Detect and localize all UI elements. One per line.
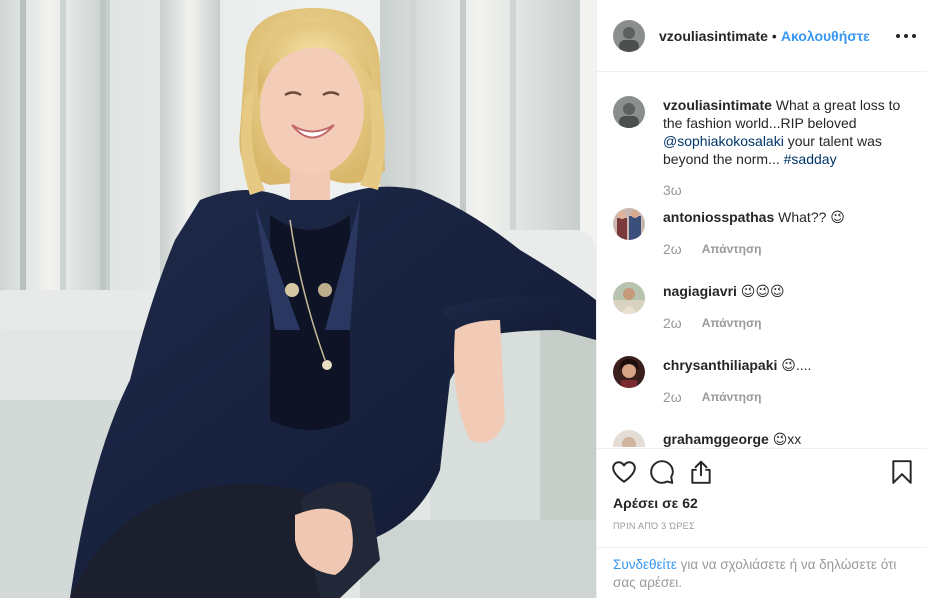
caption-hashtag-link[interactable]: #sadday [784,151,837,167]
caption-mention-link[interactable]: @sophiakokosalaki [663,133,784,149]
login-link[interactable]: Συνδεθείτε [613,557,677,572]
comment-avatar-image [613,282,645,314]
more-dot [896,34,900,38]
caption-username[interactable]: vzouliasintimate [663,97,772,113]
post-actions: Αρέσει σε 62 ΠΡΙΝ ΑΠΌ 3 ΏΡΕΣ Συνδεθείτε … [597,448,927,598]
login-prompt: Συνδεθείτε για να σχολιάσετε ή να δηλώσε… [597,547,927,598]
post-header: vzouliasintimate • Ακολουθήστε [597,0,927,72]
share-icon[interactable] [688,459,716,487]
comment-username[interactable]: nagiagiavri [663,283,737,299]
comment-time[interactable]: 2ω [663,241,682,257]
comment-username[interactable]: chrysanthiliapaki [663,357,777,373]
comment-meta: 2ω Απάντηση [663,315,762,331]
author-avatar[interactable] [613,19,645,52]
caption-comment: vzouliasintimate What a great loss to th… [613,96,913,168]
caption-avatar[interactable] [613,96,645,128]
instagram-post: vzouliasintimate • Ακολουθήστε vzouliasi… [0,0,927,598]
follow-button[interactable]: Ακολουθήστε [781,28,870,44]
comment-text: chrysanthiliapaki 😉.... [663,356,913,388]
likes-count[interactable]: Αρέσει σε 62 [613,495,698,511]
more-dot [904,34,908,38]
more-dot [912,34,916,38]
author-avatar-image [613,19,645,52]
comment-message: 😉😉😉 [736,283,785,299]
heart-icon-glyph [612,461,636,483]
comment-icon-glyph [650,460,674,484]
comment-time[interactable]: 2ω [663,389,682,405]
author-username[interactable]: vzouliasintimate [659,28,768,44]
comment-text: antoniosspathas What?? 😉 [663,208,913,240]
reply-button[interactable]: Απάντηση [702,242,762,256]
photo-woman-in-navy-blazer [0,0,596,598]
comment-username[interactable]: antoniosspathas [663,209,774,225]
comment-message: 😉xx [768,431,802,447]
comment-item: chrysanthiliapaki 😉.... [613,356,913,388]
header-separator: • [771,27,777,44]
comment-meta: 2ω Απάντηση [663,241,762,257]
bookmark-icon-glyph [892,460,912,484]
comment-item: antoniosspathas What?? 😉 [613,208,913,240]
comment-avatar[interactable] [613,208,645,240]
comment-text: grahamggeorge 😉xx [663,430,913,447]
caption-avatar-image [613,96,645,128]
more-options-icon[interactable] [896,27,916,45]
comment-avatar-image [613,430,645,447]
comment-time[interactable]: 2ω [663,315,682,331]
caption-time[interactable]: 3ω [663,182,682,198]
bookmark-icon[interactable] [889,459,917,487]
comment-text: nagiagiavri 😉😉😉 [663,282,913,314]
reply-button[interactable]: Απάντηση [702,316,762,330]
comment-message: 😉.... [777,357,812,373]
comment-meta: 2ω Απάντηση [663,389,762,405]
comment-avatar[interactable] [613,282,645,314]
share-icon-glyph [691,460,711,484]
caption-text: vzouliasintimate What a great loss to th… [663,96,913,168]
post-side-panel: vzouliasintimate • Ακολουθήστε vzouliasi… [596,0,927,598]
action-icons [611,459,916,489]
comment-message: What?? 😉 [774,209,845,225]
comment-icon[interactable] [649,459,677,487]
comment-avatar-image [613,356,645,388]
comment-item: nagiagiavri 😉😉😉 [613,282,913,314]
comments-list[interactable]: vzouliasintimate What a great loss to th… [597,73,927,447]
comment-avatar-image [613,208,645,240]
comment-username[interactable]: grahamggeorge [663,431,769,447]
comment-avatar[interactable] [613,430,645,447]
reply-button[interactable]: Απάντηση [702,390,762,404]
caption-meta: 3ω [663,182,682,198]
comment-avatar[interactable] [613,356,645,388]
post-timestamp[interactable]: ΠΡΙΝ ΑΠΌ 3 ΏΡΕΣ [613,521,695,531]
post-photo[interactable] [0,0,596,598]
heart-icon[interactable] [611,459,639,487]
comment-item: grahamggeorge 😉xx [613,430,913,447]
